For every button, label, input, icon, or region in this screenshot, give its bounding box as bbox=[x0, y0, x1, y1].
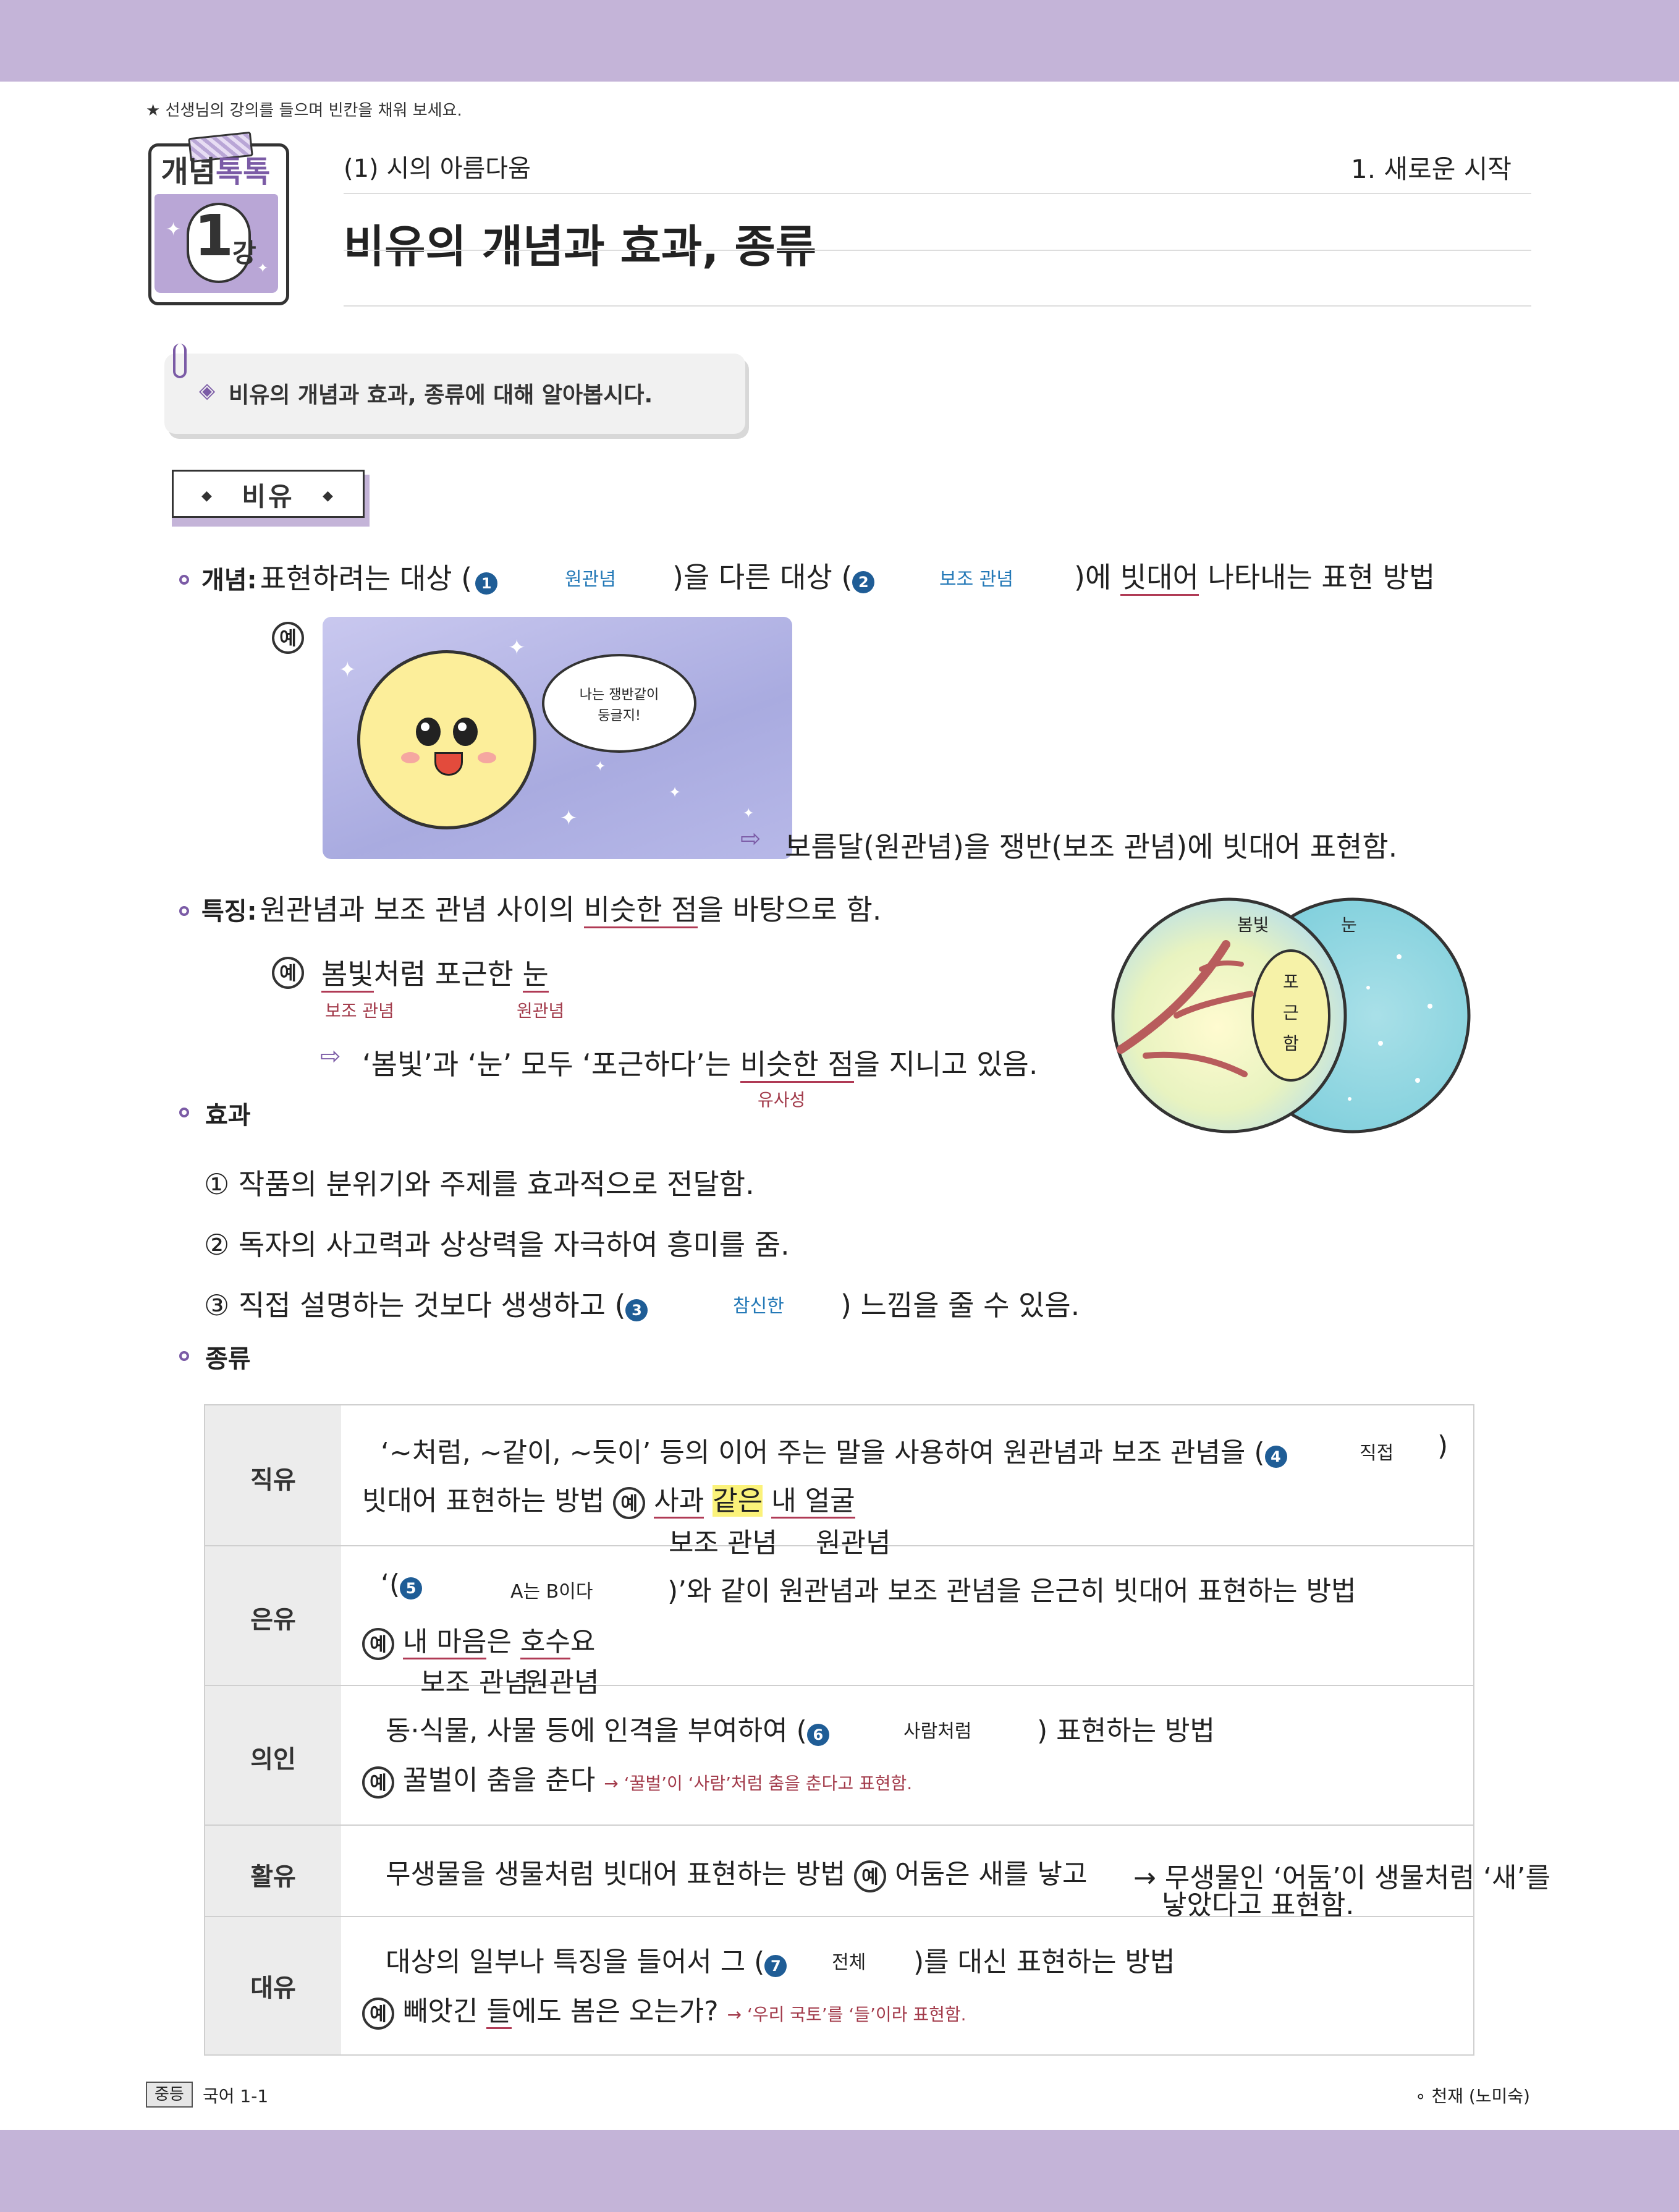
metaphor-example: 예 내 마음은 호수요 bbox=[362, 1619, 595, 1660]
star-icon: ✦ bbox=[594, 759, 606, 774]
unit-title: (1) 시의 아름다움 bbox=[344, 155, 531, 183]
feature-line: 특징: 원관념과 보조 관념 사이의 비슷한 점을 바탕으로 함. bbox=[201, 888, 881, 928]
footer-book: 국어 1-1 bbox=[203, 2086, 269, 2106]
personification-def: 동·식물, 사물 등에 인격을 부여하여 (6 bbox=[386, 1708, 829, 1748]
lesson-suffix: 강 bbox=[232, 238, 256, 268]
star-icon: ✦ bbox=[257, 261, 269, 276]
answer-1: 원관념 bbox=[565, 569, 616, 590]
note-original: 원관념 bbox=[816, 1527, 891, 1559]
concept-line: 개념: 표현하려는 대상 ( 1 bbox=[201, 556, 498, 597]
note-original: 원관념 bbox=[524, 1667, 599, 1698]
example-mark: 예 bbox=[272, 957, 304, 989]
note-auxiliary: 보조 관념 bbox=[669, 1527, 777, 1559]
concept-text-end: )에 빗대어 나타내는 표현 방법 bbox=[1074, 555, 1435, 596]
note-similarity: 유사성 bbox=[758, 1090, 806, 1110]
diamond-icon: ◈ bbox=[199, 378, 216, 403]
bottom-band bbox=[0, 2130, 1679, 2212]
effect-3: ③ 직접 설명하는 것보다 생생하고 (3 bbox=[204, 1283, 648, 1324]
answer-4: 직접 bbox=[1360, 1443, 1394, 1464]
answer-5: A는 B이다 bbox=[510, 1581, 593, 1603]
star-icon: ✦ bbox=[669, 784, 682, 801]
feature-result: ‘봄빛’과 ‘눈’ 모두 ‘포근하다’는 비슷한 점을 지니고 있음. bbox=[362, 1042, 1038, 1083]
star-icon: ✦ bbox=[339, 658, 357, 682]
concept-result: 보름달(원관념)을 쟁반(보조 관념)에 빗대어 표현함. bbox=[785, 830, 1398, 863]
paperclip-icon bbox=[173, 344, 187, 378]
effect-2: ② 독자의 사고력과 상상력을 자극하여 흥미를 줌. bbox=[204, 1228, 790, 1261]
speech-bubble: 나는 쟁반같이 둥글지! bbox=[542, 654, 696, 753]
personification-example: 예 꿀벌이 춤을 춘다 → ‘꿀벌’이 ‘사람’처럼 춤을 춘다고 표현함. bbox=[362, 1758, 912, 1799]
bullet-icon bbox=[179, 1351, 189, 1361]
synecdoche-def: 대상의 일부나 특징을 들어서 그 (7 bbox=[386, 1939, 787, 1979]
venn-mid-3: 함 bbox=[1283, 1033, 1299, 1054]
venn-mid-1: 포 bbox=[1283, 972, 1299, 992]
answer-2: 보조 관념 bbox=[939, 569, 1013, 590]
objective-text: 비유의 개념과 효과, 종류에 대해 알아봅시다. bbox=[229, 383, 653, 408]
double-arrow-icon: ⇨ bbox=[320, 1042, 341, 1070]
star-icon: ✦ bbox=[508, 635, 526, 660]
example-mark: 예 bbox=[272, 622, 304, 654]
concept-text: )을 다른 대상 (2 bbox=[672, 555, 875, 596]
chapter-title: 1. 새로운 시작 bbox=[1351, 154, 1512, 184]
star-icon: ✦ bbox=[560, 806, 578, 831]
effect-label: 효과 bbox=[205, 1101, 251, 1130]
divider bbox=[344, 250, 1531, 251]
eye bbox=[453, 718, 478, 746]
divider bbox=[344, 305, 1531, 307]
row-head-personification: 의인 bbox=[250, 1745, 296, 1774]
badge-heading: 개념톡톡 bbox=[161, 155, 271, 189]
star-icon: ✦ bbox=[166, 219, 182, 240]
moon-character bbox=[357, 650, 536, 829]
mouth bbox=[434, 752, 463, 776]
kinds-table: 직유 ‘~처럼, ~같이, ~듯이’ 등의 이어 주는 말을 사용하여 원관념과… bbox=[204, 1404, 1550, 2056]
effect-3-end: ) 느낌을 줄 수 있음. bbox=[840, 1289, 1080, 1322]
bullet-icon bbox=[179, 906, 189, 916]
animation-note-2: 낳았다고 표현함. bbox=[1162, 1889, 1355, 1921]
top-note: ★ 선생님의 강의를 들으며 빈칸을 채워 보세요. bbox=[146, 101, 462, 120]
synecdoche-example: 예 빼앗긴 들에도 봄은 오는가? → ‘우리 국토’를 ‘들’이라 표현함. bbox=[362, 1989, 966, 2030]
answer-7: 전체 bbox=[832, 1952, 866, 1973]
answer-6: 사람처럼 bbox=[903, 1721, 972, 1742]
section-label: ◆ ◆ 비유 bbox=[172, 470, 370, 527]
eye bbox=[416, 718, 441, 746]
row-head-animation: 활유 bbox=[250, 1863, 296, 1891]
row-head-synecdoche: 대유 bbox=[250, 1974, 296, 2002]
footer-publisher: ∘ 천재 (노미숙) bbox=[1415, 2086, 1530, 2106]
bullet-icon bbox=[179, 1108, 189, 1117]
row-head-simile: 직유 bbox=[250, 1466, 296, 1494]
note-auxiliary: 보조 관념 bbox=[420, 1667, 529, 1698]
lesson-number: 1 bbox=[194, 203, 234, 269]
star-icon: ✦ bbox=[743, 806, 755, 821]
moon-illustration: ✦ ✦ ✦ ✦ ✦ ✦ 나는 쟁반같이 둥글지! bbox=[323, 617, 792, 859]
badge-lower-panel: ✦ ✦ 1 강 bbox=[154, 194, 278, 293]
row-head-metaphor: 은유 bbox=[250, 1606, 296, 1634]
note-original: 원관념 bbox=[517, 1001, 565, 1021]
top-band bbox=[0, 0, 1679, 82]
double-arrow-icon: ⇨ bbox=[740, 824, 761, 853]
animation-def: 무생물을 생물처럼 빗대어 표현하는 방법 예 어둠은 새를 낳고 bbox=[386, 1852, 1087, 1892]
venn-diagram: 봄빛 눈 포 근 함 bbox=[1111, 897, 1471, 1134]
effect-1: ① 작품의 분위기와 주제를 효과적으로 전달함. bbox=[204, 1167, 755, 1201]
page-title: 비유의 개념과 효과, 종류 bbox=[344, 221, 816, 273]
lesson-badge: 개념톡톡 ✦ ✦ 1 강 bbox=[148, 131, 294, 309]
divider bbox=[344, 193, 1531, 194]
venn-label-a: 봄빛 bbox=[1237, 915, 1269, 935]
venn-mid-2: 근 bbox=[1283, 1002, 1299, 1023]
feature-example: 봄빛처럼 포근한 눈 bbox=[321, 952, 549, 993]
kinds-label: 종류 bbox=[205, 1345, 251, 1373]
footer-grade-tag: 중등 bbox=[146, 2082, 193, 2108]
bullet-icon bbox=[179, 575, 189, 585]
simile-def: ‘~처럼, ~같이, ~듯이’ 등의 이어 주는 말을 사용하여 원관념과 보조… bbox=[381, 1430, 1287, 1470]
venn-label-b: 눈 bbox=[1341, 915, 1357, 935]
section-label-text: 비유 bbox=[242, 481, 295, 512]
note-auxiliary: 보조 관념 bbox=[325, 1001, 394, 1021]
metaphor-def: ‘(5 bbox=[381, 1569, 423, 1600]
answer-3: 참신한 bbox=[733, 1295, 784, 1317]
simile-def-2: 빗대어 표현하는 방법 예 사과 같은 내 얼굴 bbox=[362, 1478, 855, 1519]
